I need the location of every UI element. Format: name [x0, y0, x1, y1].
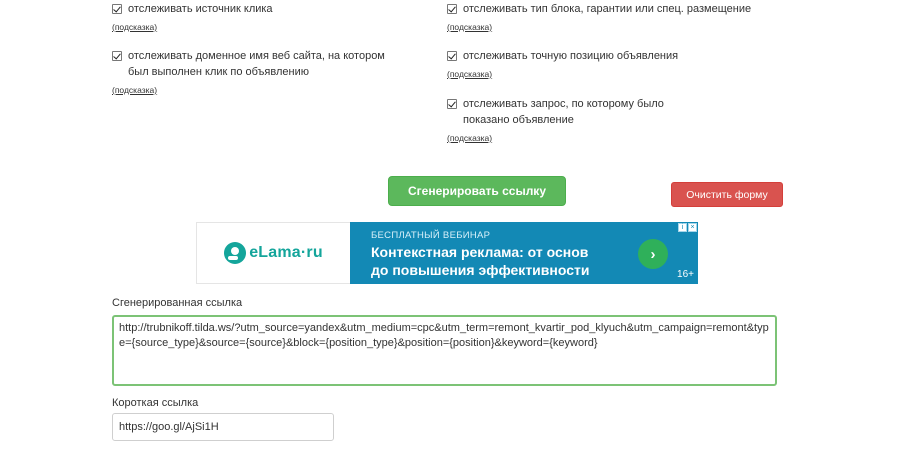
option-block-type: отслеживать тип блока, гарантии или спец…	[447, 1, 777, 35]
hint-link[interactable]: (подсказка)	[447, 22, 492, 32]
option-position: отслеживать точную позицию объявления (п…	[447, 48, 777, 82]
elama-logo-icon	[224, 242, 247, 264]
position-checkbox[interactable]	[447, 51, 457, 61]
info-icon[interactable]: i	[678, 223, 687, 232]
short-link-field[interactable]: https://goo.gl/AjSi1H	[112, 413, 334, 441]
option-keyword: отслеживать запрос, по которому было пок…	[447, 96, 712, 146]
domain-checkbox[interactable]	[112, 51, 122, 61]
age-rating: 16+	[677, 269, 694, 280]
hint-link[interactable]: (подсказка)	[447, 69, 492, 79]
option-label: отслеживать доменное имя веб сайта, на к…	[128, 50, 385, 78]
generate-link-button[interactable]: Сгенерировать ссылку	[388, 176, 566, 206]
keyword-checkbox[interactable]	[447, 99, 457, 109]
option-domain: отслеживать доменное имя веб сайта, на к…	[112, 48, 402, 98]
arrow-right-icon[interactable]: ›	[638, 239, 668, 269]
ad-banner[interactable]: eLama·ru БЕСПЛАТНЫЙ ВЕБИНАР Контекстная …	[196, 222, 698, 284]
hint-link[interactable]: (подсказка)	[447, 133, 492, 143]
hint-link[interactable]: (подсказка)	[112, 22, 157, 32]
close-icon[interactable]: ×	[688, 223, 697, 232]
option-source: отслеживать источник клика (подсказка)	[112, 1, 402, 35]
generated-link-textarea[interactable]: http://trubnikoff.tilda.ws/?utm_source=y…	[112, 315, 777, 386]
ad-choices[interactable]: i ×	[677, 223, 697, 232]
source-checkbox[interactable]	[112, 4, 122, 14]
elama-logo: eLama·ru	[224, 242, 323, 264]
ad-content: БЕСПЛАТНЫЙ ВЕБИНАР Контекстная реклама: …	[350, 222, 698, 284]
clear-form-button[interactable]: Очистить форму	[671, 182, 783, 207]
hint-link[interactable]: (подсказка)	[112, 85, 157, 95]
short-link-label: Короткая ссылка	[112, 397, 199, 409]
generated-link-label: Сгенерированная ссылка	[112, 297, 243, 309]
option-label: отслеживать источник клика	[128, 3, 273, 15]
ad-logo-panel: eLama·ru	[196, 222, 350, 284]
block-type-checkbox[interactable]	[447, 4, 457, 14]
logo-text: eLama·ru	[249, 244, 323, 261]
option-label: отслеживать запрос, по которому было пок…	[463, 98, 664, 126]
option-label: отслеживать точную позицию объявления	[463, 50, 679, 62]
option-label: отслеживать тип блока, гарантии или спец…	[463, 3, 752, 15]
